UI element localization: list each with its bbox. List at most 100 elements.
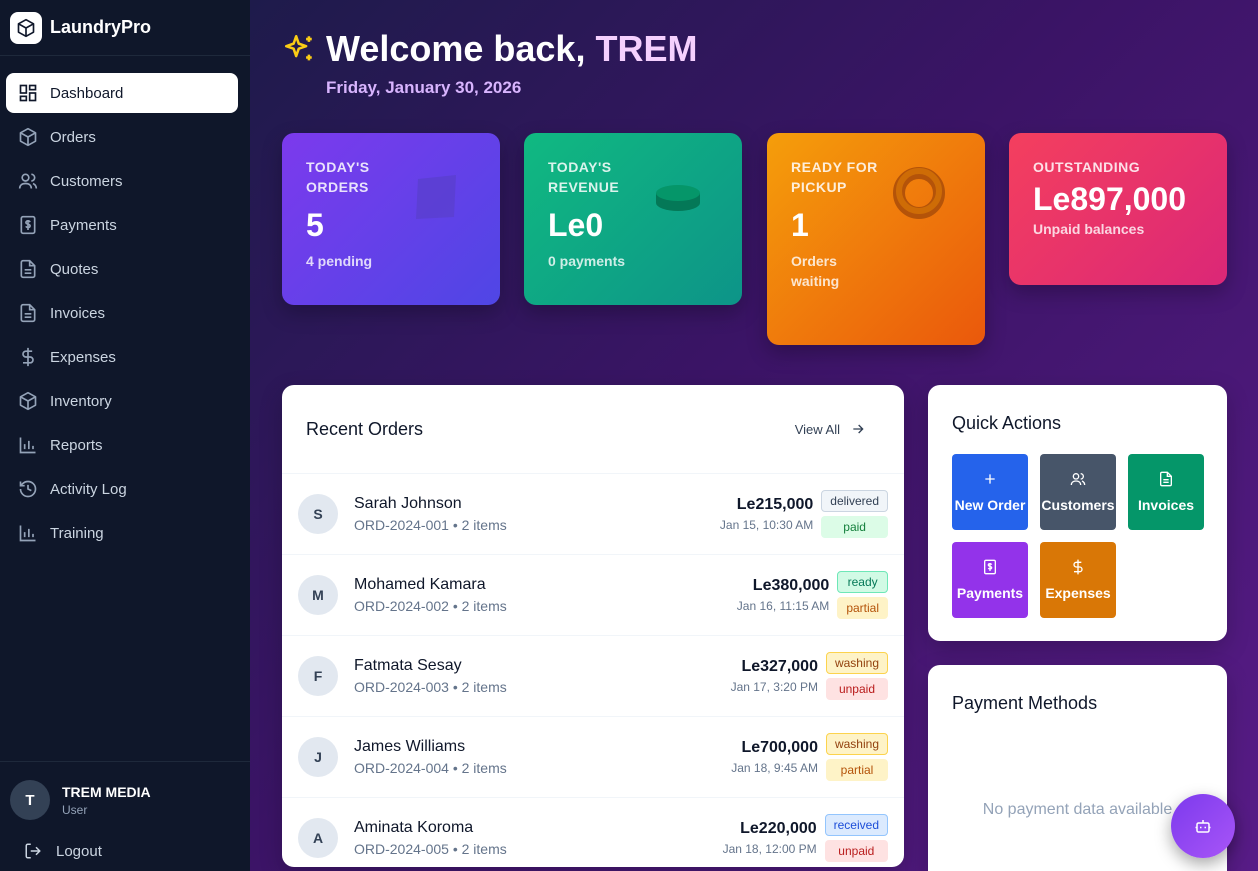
customers-button[interactable]: Customers bbox=[1040, 454, 1116, 530]
invoices-button[interactable]: Invoices bbox=[1128, 454, 1204, 530]
main-content: Welcome back, TREM Friday, January 30, 2… bbox=[250, 0, 1258, 871]
sidebar-item-expenses[interactable]: Expenses bbox=[6, 337, 238, 377]
table-row[interactable]: F Fatmata Sesay ORD-2024-003 • 2 items Le… bbox=[282, 635, 904, 716]
sidebar-item-label: Payments bbox=[50, 216, 117, 234]
cube-icon bbox=[416, 175, 456, 219]
table-row[interactable]: J James Williams ORD-2024-004 • 2 items L… bbox=[282, 716, 904, 797]
order-meta: ORD-2024-004 • 2 items bbox=[354, 760, 507, 776]
sidebar-item-label: Dashboard bbox=[50, 84, 124, 102]
sidebar: LaundryPro Dashboard Orders Customers Pa… bbox=[0, 0, 250, 871]
status-badge: washing bbox=[825, 733, 888, 755]
box-icon bbox=[19, 391, 37, 411]
user-block: T TREM MEDIA User Logout bbox=[0, 761, 250, 860]
order-amount: Le700,000 bbox=[741, 739, 818, 756]
sidebar-item-label: Inventory bbox=[50, 392, 112, 410]
payment-badge: paid bbox=[821, 516, 888, 538]
table-row[interactable]: M Mohamed Kamara ORD-2024-002 • 2 items L… bbox=[282, 554, 904, 635]
avatar: S bbox=[298, 494, 338, 534]
plus-icon bbox=[985, 474, 995, 484]
payments-button[interactable]: Payments bbox=[952, 542, 1028, 618]
sidebar-item-dashboard[interactable]: Dashboard bbox=[6, 73, 238, 113]
sidebar-nav: Dashboard Orders Customers Payments Quot… bbox=[6, 73, 238, 557]
package-icon bbox=[10, 11, 42, 44]
order-amount: Le327,000 bbox=[741, 658, 818, 675]
order-date: Jan 15, 10:30 AM bbox=[719, 518, 814, 532]
status-badge: washing bbox=[825, 652, 888, 674]
stat-card-todays-orders[interactable]: TODAY'S ORDERS 5 4 pending bbox=[282, 133, 500, 305]
box-icon bbox=[19, 127, 37, 147]
bar-chart-icon bbox=[19, 437, 36, 454]
sidebar-item-activity-log[interactable]: Activity Log bbox=[6, 469, 238, 509]
sidebar-item-orders[interactable]: Orders bbox=[6, 117, 238, 157]
dollar-icon bbox=[1073, 559, 1083, 575]
stat-card-outstanding[interactable]: OUTSTANDING Le897,000 Unpaid balances bbox=[1009, 133, 1227, 285]
table-row[interactable]: S Sarah Johnson ORD-2024-001 • 2 items Le… bbox=[282, 473, 904, 554]
avatar: T bbox=[10, 780, 50, 820]
donut-icon bbox=[893, 167, 945, 219]
sidebar-item-label: Reports bbox=[50, 436, 103, 454]
current-date: Friday, January 30, 2026 bbox=[326, 78, 522, 97]
bar-chart-icon bbox=[19, 525, 36, 542]
sidebar-item-label: Training bbox=[50, 524, 104, 542]
dollar-icon bbox=[22, 347, 34, 367]
brand-name: LaundryPro bbox=[50, 17, 152, 37]
customer-name: Aminata Koroma bbox=[354, 819, 474, 836]
stat-label: TODAY'S REVENUE bbox=[548, 159, 620, 195]
sparkles-icon bbox=[284, 34, 312, 61]
customer-name: Fatmata Sesay bbox=[354, 657, 462, 674]
user-profile[interactable]: T TREM MEDIA User bbox=[10, 780, 240, 820]
brand[interactable]: LaundryPro bbox=[0, 0, 250, 56]
stat-card-todays-revenue[interactable]: TODAY'S REVENUE Le0 0 payments bbox=[524, 133, 742, 305]
order-amount: Le220,000 bbox=[740, 820, 817, 837]
logout-icon bbox=[25, 843, 41, 859]
dashboard-icon bbox=[19, 84, 37, 102]
sidebar-item-training[interactable]: Training bbox=[6, 513, 238, 553]
customer-name: Mohamed Kamara bbox=[354, 576, 486, 593]
button-label: New Order bbox=[954, 497, 1026, 513]
history-icon bbox=[19, 480, 37, 498]
order-meta: ORD-2024-002 • 2 items bbox=[354, 598, 507, 614]
sidebar-item-invoices[interactable]: Invoices bbox=[6, 293, 238, 333]
payment-badge: unpaid bbox=[824, 840, 888, 862]
button-label: Invoices bbox=[1137, 497, 1195, 513]
sidebar-item-customers[interactable]: Customers bbox=[6, 161, 238, 201]
stat-card-ready-for-pickup[interactable]: READY FOR PICKUP 1 Orders waiting bbox=[767, 133, 985, 345]
stat-sub: 0 payments bbox=[548, 253, 626, 269]
sidebar-item-reports[interactable]: Reports bbox=[6, 425, 238, 465]
recent-orders-card: Recent Orders View All S Sarah Johnson OR… bbox=[282, 385, 904, 867]
stat-sub: Unpaid balances bbox=[1033, 221, 1145, 237]
stat-label: TODAY'S ORDERS bbox=[306, 159, 370, 195]
users-icon bbox=[18, 173, 38, 189]
order-amount: Le380,000 bbox=[752, 577, 830, 594]
order-date: Jan 18, 9:45 AM bbox=[731, 761, 818, 775]
table-row[interactable]: A Aminata Koroma ORD-2024-005 • 2 items L… bbox=[282, 797, 904, 867]
status-badge: received bbox=[824, 814, 888, 836]
expenses-button[interactable]: Expenses bbox=[1040, 542, 1116, 618]
quick-actions-card: Quick Actions New Order Customers Invoic… bbox=[928, 385, 1227, 641]
welcome-header: Welcome back, TREM bbox=[282, 28, 697, 70]
new-order-button[interactable]: New Order bbox=[952, 454, 1028, 530]
sidebar-item-quotes[interactable]: Quotes bbox=[6, 249, 238, 289]
order-date: Jan 16, 11:15 AM bbox=[736, 599, 830, 613]
customer-name: Sarah Johnson bbox=[354, 495, 462, 512]
view-all-link[interactable]: View All bbox=[795, 421, 866, 437]
payment-methods-title: Payment Methods bbox=[952, 693, 1098, 713]
receipt-dollar-icon bbox=[20, 215, 36, 235]
customer-name: James Williams bbox=[354, 738, 466, 755]
order-date: Jan 18, 12:00 PM bbox=[722, 842, 817, 856]
user-role: User bbox=[62, 802, 88, 817]
sidebar-item-label: Quotes bbox=[50, 260, 99, 278]
sidebar-item-inventory[interactable]: Inventory bbox=[6, 381, 238, 421]
logout-button[interactable]: Logout bbox=[24, 842, 240, 860]
order-amount: Le215,000 bbox=[736, 496, 814, 513]
status-badge: ready bbox=[837, 571, 888, 593]
order-meta: ORD-2024-005 • 2 items bbox=[354, 841, 507, 857]
recent-orders-title: Recent Orders bbox=[306, 418, 424, 439]
sidebar-item-label: Invoices bbox=[50, 304, 106, 322]
sidebar-item-payments[interactable]: Payments bbox=[6, 205, 238, 245]
button-label: Customers bbox=[1041, 497, 1115, 513]
avatar: J bbox=[298, 737, 338, 777]
payment-badge: unpaid bbox=[825, 678, 888, 700]
assistant-fab[interactable] bbox=[1171, 794, 1235, 858]
stat-value: Le897,000 bbox=[1033, 181, 1187, 217]
